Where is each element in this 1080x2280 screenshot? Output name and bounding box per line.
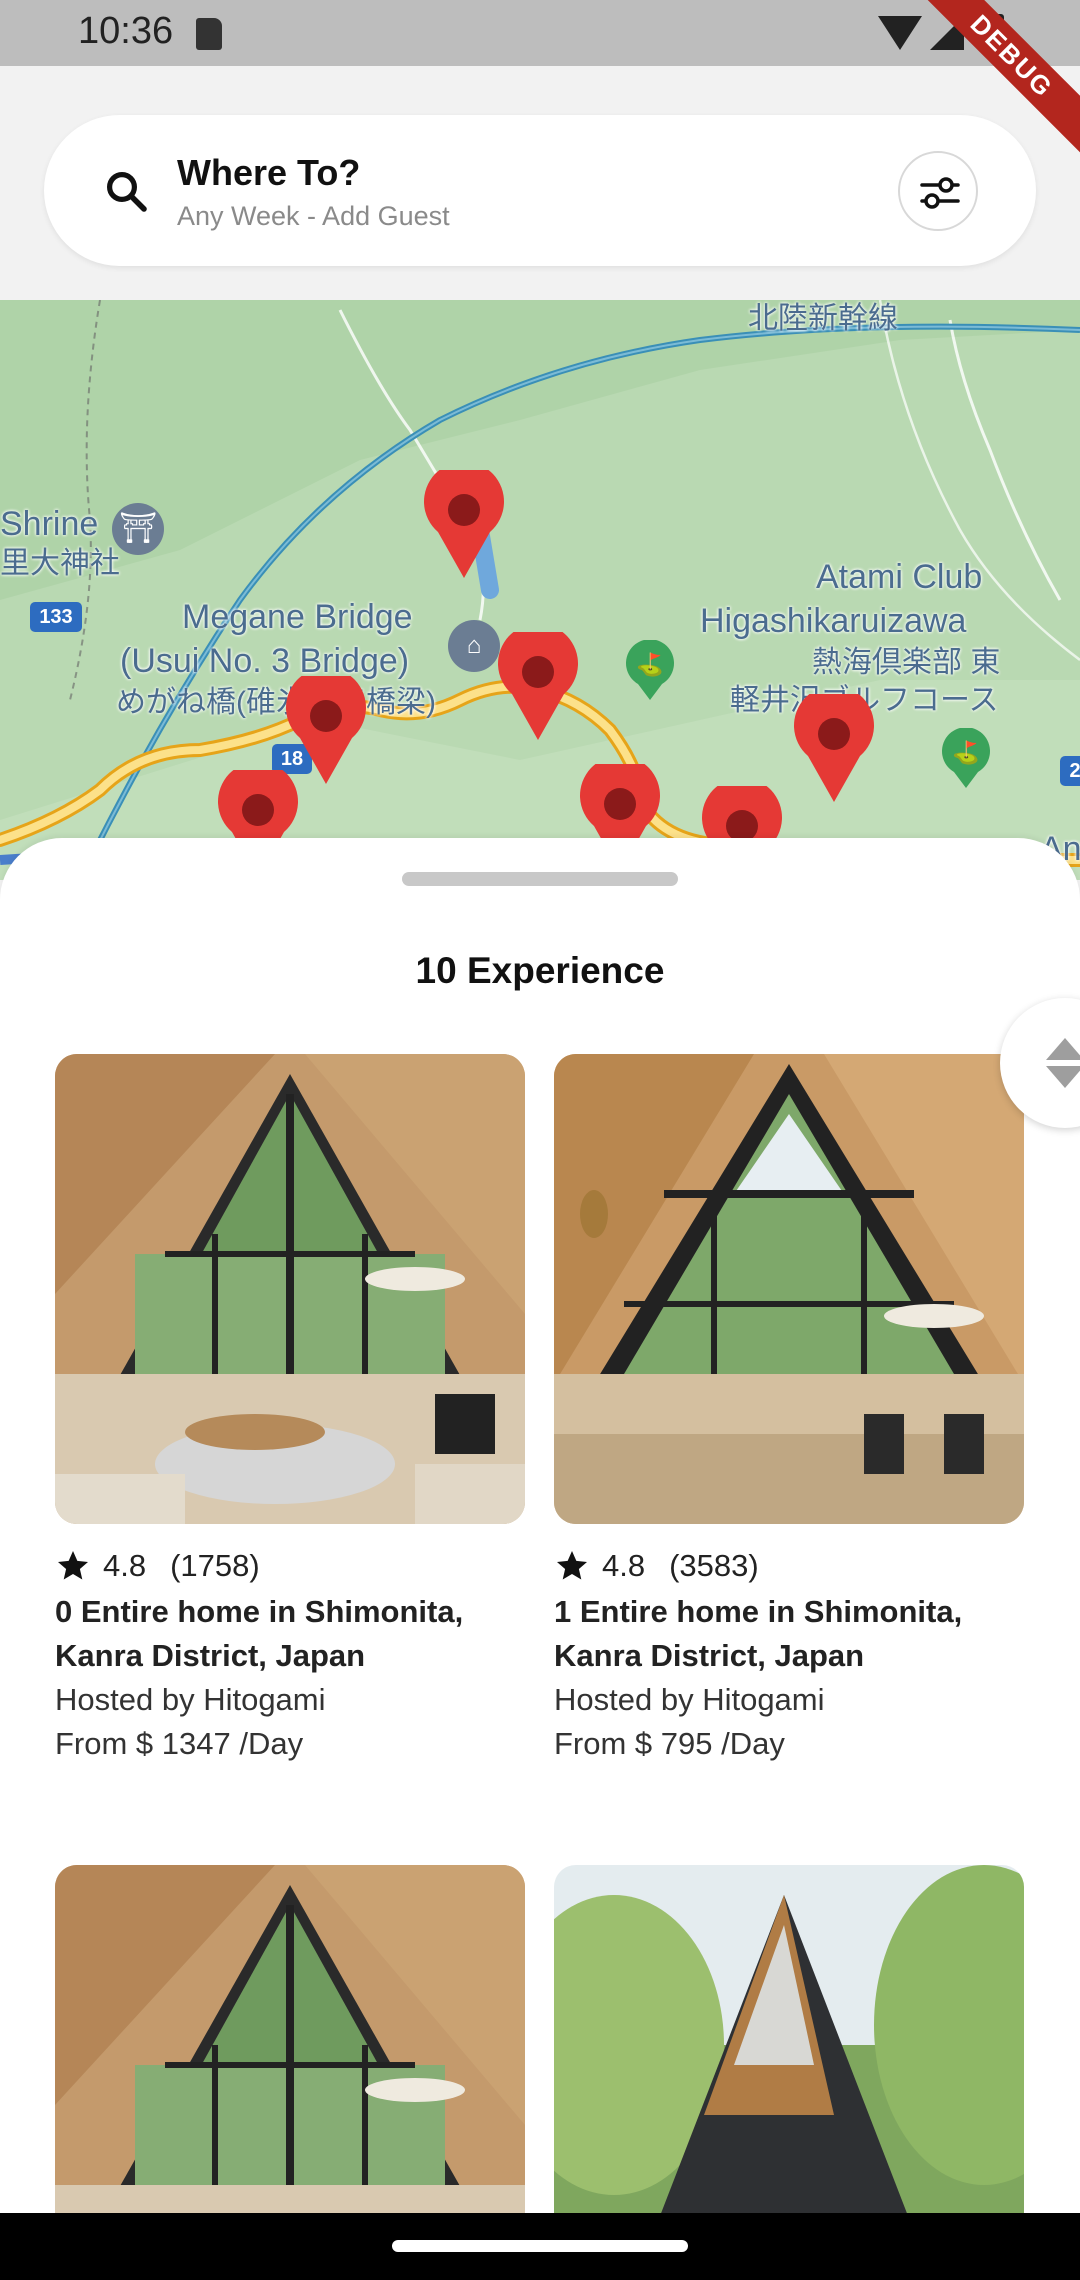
listing-card[interactable] [55,1865,525,2213]
listing-marker[interactable] [794,694,874,804]
listing-photo[interactable] [55,1865,525,2213]
map-label-club-1: Atami Club [816,558,983,596]
search-title: Where To? [177,152,361,193]
status-bar: 10:36 [0,0,1080,66]
shrine-icon: ⛩ [112,503,164,555]
golf-icon: ⛳ [626,640,674,700]
wifi-icon [878,16,922,50]
map-label-rail: 北陸新幹線 [748,302,898,335]
listing-marker[interactable] [498,632,578,742]
map-label-club-jp-1: 熱海倶楽部 東 [812,646,1001,679]
filter-icon [920,177,960,209]
listings-sheet[interactable]: 10 Experience 4.8 (1758) 0 Entire home i… [0,838,1080,2213]
listing-host: Hosted by Hitogami [55,1682,326,1717]
listing-rating: 4.8 (3583) [554,1548,1024,1584]
home-gesture-handle[interactable] [392,2240,688,2252]
listing-photo[interactable] [554,1054,1024,1524]
road-shield-133: 133 [30,602,82,632]
scroll-arrows-icon [1046,1038,1080,1088]
listing-marker[interactable] [424,470,504,580]
svg-text:⛳: ⛳ [952,740,979,766]
listing-photo[interactable] [55,1054,525,1524]
listing-price: From $ 795 /Day [554,1726,785,1761]
listing-host: Hosted by Hitogami [554,1682,825,1717]
search-subtitle: Any Week - Add Guest [177,201,450,231]
rating-value: 4.8 [103,1548,147,1583]
status-time: 10:36 [78,10,174,52]
bridge-icon: ⌂ [448,620,500,672]
listing-card[interactable]: 4.8 (3583) 1 Entire home in Shimonita, K… [554,1054,1024,1766]
map-label-bridge-1: Megane Bridge [182,598,413,636]
map-label-bridge-jp: めがね橋(碓氷第三橋梁) [116,686,436,719]
listing-photo[interactable] [554,1865,1024,2213]
sheet-drag-handle[interactable] [402,872,678,886]
sheet-title: 10 Experience [415,950,665,991]
review-count: (1758) [170,1548,260,1583]
map-view[interactable]: 北陸新幹線 Shrine 里大神社 ⛩ Megane Bridge (Usui … [0,300,1080,880]
road-shield-2: 2 [1060,756,1080,786]
listing-rating: 4.8 (1758) [55,1548,525,1584]
system-navigation-bar [0,2213,1080,2280]
rating-value: 4.8 [602,1548,646,1583]
star-icon [557,1551,587,1580]
map-label-shrine: Shrine [0,505,99,543]
listing-title: 1 Entire home in Shimonita, Kanra Distri… [554,1594,963,1673]
svg-text:⛳: ⛳ [636,652,663,678]
golf-icon: ⛳ [942,728,990,788]
search-icon [107,172,147,212]
review-count: (3583) [669,1548,759,1583]
search-bar[interactable]: Where To? Any Week - Add Guest [44,115,1036,266]
map-label-bridge-2: (Usui No. 3 Bridge) [120,642,410,680]
listing-card[interactable]: 4.8 (1758) 0 Entire home in Shimonita, K… [55,1054,525,1766]
listing-marker[interactable] [286,676,366,786]
listing-card[interactable] [554,1865,1024,2213]
listing-price: From $ 1347 /Day [55,1726,304,1761]
map-label-club-2: Higashikaruizawa [700,602,967,640]
sd-card-icon [196,18,222,50]
star-icon [58,1551,88,1580]
listing-title: 0 Entire home in Shimonita, Kanra Distri… [55,1594,464,1673]
filter-button[interactable] [898,151,978,231]
map-label-shrine-jp: 里大神社 [0,547,120,580]
